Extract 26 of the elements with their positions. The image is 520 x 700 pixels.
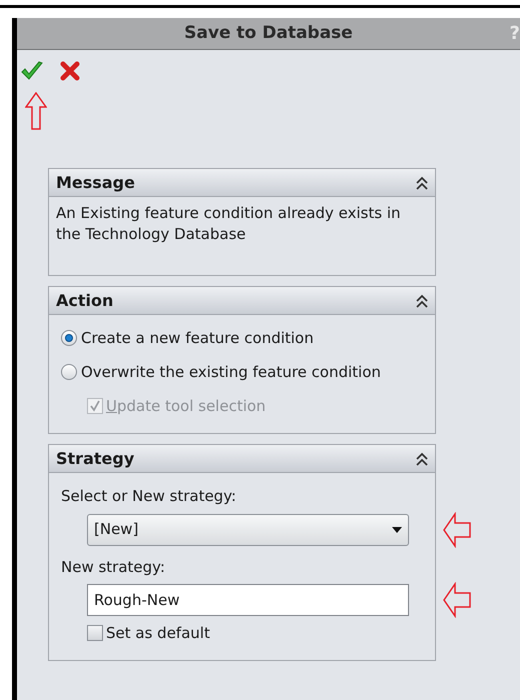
checkmark-icon[interactable] <box>20 60 44 82</box>
checkbox-option: Update tool selection <box>87 389 423 423</box>
collapse-chevron-icon[interactable] <box>416 452 428 466</box>
panel-header[interactable]: Strategy <box>49 445 435 473</box>
collapse-chevron-icon[interactable] <box>416 176 428 190</box>
left-arrow-icon <box>443 582 471 618</box>
checkmark-icon <box>89 400 101 412</box>
window-title: Save to Database <box>184 22 353 45</box>
field-label: New strategy: <box>61 556 166 578</box>
panel-header[interactable]: Action <box>49 287 435 315</box>
dropdown[interactable]: [New] <box>87 514 409 546</box>
text-input[interactable]: Rough-New <box>87 584 409 616</box>
up-arrow-icon <box>25 92 47 130</box>
checkbox-option[interactable]: Set as default <box>87 616 423 650</box>
panel-header[interactable]: Message <box>49 169 435 197</box>
left-arrow-icon <box>443 512 471 548</box>
panel-title: Message <box>56 172 135 194</box>
field-label: Select or New strategy: <box>61 486 238 507</box>
collapse-chevron-icon[interactable] <box>416 294 428 308</box>
close-icon[interactable] <box>60 61 80 81</box>
caret-icon <box>392 526 402 532</box>
panel-title: Strategy <box>56 448 134 470</box>
message-text: An Existing feature condition already exists in the Technology Database <box>56 203 402 245</box>
panel-title: Action <box>56 290 114 312</box>
radio-option[interactable]: Create a new feature condition <box>61 321 423 355</box>
radio-option[interactable]: Overwrite the existing feature condition <box>61 355 423 389</box>
